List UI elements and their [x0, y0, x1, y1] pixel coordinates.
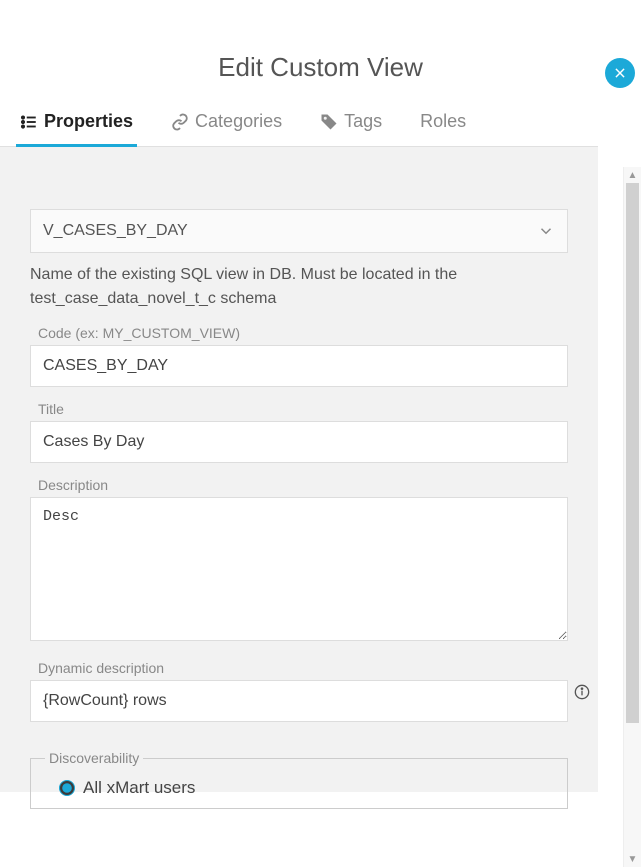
form-panel: V_CASES_BY_DAY Name of the existing SQL …	[0, 147, 598, 792]
scroll-up-button[interactable]: ▲	[624, 167, 641, 183]
description-textarea[interactable]: Desc	[30, 497, 568, 641]
discoverability-radio-all-label: All xMart users	[83, 778, 195, 798]
discoverability-fieldset: Discoverability All xMart users	[30, 750, 568, 809]
close-button[interactable]	[605, 58, 635, 88]
dialog-title: Edit Custom View	[0, 52, 641, 83]
description-label: Description	[38, 477, 568, 493]
tab-bar: Properties Categories Tags Roles	[0, 111, 598, 147]
vertical-scrollbar[interactable]: ▲ ▼	[623, 167, 641, 867]
info-icon[interactable]	[574, 684, 590, 700]
tags-icon	[320, 113, 338, 131]
scroll-thumb[interactable]	[626, 183, 639, 723]
sql-view-select[interactable]: V_CASES_BY_DAY	[30, 209, 568, 253]
chevron-down-icon	[537, 222, 555, 240]
dynamic-description-input[interactable]	[30, 680, 568, 722]
tab-categories[interactable]: Categories	[171, 111, 282, 146]
sql-view-select-value: V_CASES_BY_DAY	[43, 222, 188, 240]
discoverability-legend: Discoverability	[45, 750, 143, 766]
tab-roles[interactable]: Roles	[420, 111, 466, 146]
title-label: Title	[38, 401, 568, 417]
code-input[interactable]	[30, 345, 568, 387]
dynamic-description-label: Dynamic description	[38, 660, 568, 676]
tab-label: Categories	[195, 111, 282, 132]
tab-label: Properties	[44, 111, 133, 132]
discoverability-radio-all[interactable]	[59, 780, 75, 796]
tab-tags[interactable]: Tags	[320, 111, 382, 146]
code-label: Code (ex: MY_CUSTOM_VIEW)	[38, 325, 568, 341]
sql-view-help-text: Name of the existing SQL view in DB. Mus…	[30, 263, 568, 311]
tab-label: Roles	[420, 111, 466, 132]
title-input[interactable]	[30, 421, 568, 463]
tab-properties[interactable]: Properties	[20, 111, 133, 146]
list-icon	[20, 113, 38, 131]
tab-label: Tags	[344, 111, 382, 132]
link-icon	[171, 113, 189, 131]
close-icon	[613, 66, 627, 80]
scroll-down-button[interactable]: ▼	[624, 851, 641, 867]
